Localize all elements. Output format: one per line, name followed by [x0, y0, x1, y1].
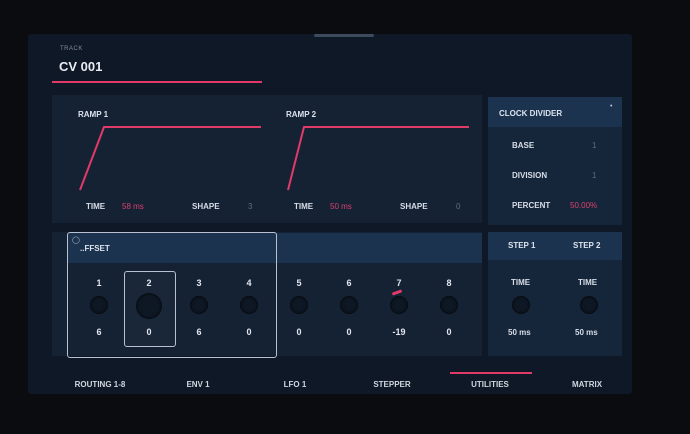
step2-knob[interactable]	[580, 296, 598, 314]
tab-utilities[interactable]: UTILITIES	[450, 380, 530, 389]
clock-base-value[interactable]: 1	[592, 141, 596, 150]
ramp1-title: RAMP 1	[78, 110, 109, 119]
ramp2-shape-label: SHAPE	[400, 202, 428, 211]
offset-col-value[interactable]: 0	[287, 327, 311, 337]
offset-knob[interactable]	[90, 296, 108, 314]
tab-stepper[interactable]: STEPPER	[352, 380, 432, 389]
dot-icon: •	[610, 103, 613, 110]
tab-env[interactable]: ENV 1	[158, 380, 238, 389]
offset-knob[interactable]	[290, 296, 308, 314]
tab-matrix[interactable]: MATRIX	[547, 380, 627, 389]
step1-time-value[interactable]: 50 ms	[508, 328, 531, 337]
ramp2-title: RAMP 2	[286, 110, 317, 119]
clock-percent-label: PERCENT	[512, 201, 551, 210]
ramp2-time-label: TIME	[294, 202, 314, 211]
step2-title: STEP 2	[573, 241, 601, 250]
offset-col-value[interactable]: 6	[87, 327, 111, 337]
offset-col-value[interactable]: -19	[387, 327, 411, 337]
ramp1-shape-label: SHAPE	[192, 202, 220, 211]
step1-time-label: TIME	[511, 278, 531, 287]
clock-division-value[interactable]: 1	[592, 171, 596, 180]
offset-focus-frame	[67, 232, 277, 358]
offset-col-num: 2	[146, 278, 152, 288]
offset-col-value[interactable]: 0	[237, 327, 261, 337]
tab-routing[interactable]: ROUTING 1-8	[60, 380, 140, 389]
step1-title: STEP 1	[508, 241, 536, 250]
ramp1-shape-value[interactable]: 3	[248, 202, 252, 211]
track-underline	[52, 81, 262, 83]
ramp1-curve[interactable]	[76, 124, 266, 194]
offset-knob[interactable]	[390, 296, 408, 314]
offset-knob[interactable]	[240, 296, 258, 314]
offset-col-num: 7	[396, 278, 402, 288]
clock-divider-title: CLOCK DIVIDER	[499, 109, 563, 118]
tab-lfo[interactable]: LFO 1	[255, 380, 335, 389]
offset-col-num: 3	[196, 278, 202, 288]
offset-col-num: 4	[246, 278, 252, 288]
step2-time-value[interactable]: 50 ms	[575, 328, 598, 337]
ramp1-time-value[interactable]: 58 ms	[122, 202, 144, 211]
track-name[interactable]: CV 001	[59, 59, 102, 74]
offset-col-num: 1	[96, 278, 102, 288]
offset-col-value[interactable]: 6	[187, 327, 211, 337]
offset-col-value[interactable]: 0	[337, 327, 361, 337]
offset-knob-selected[interactable]	[136, 293, 162, 319]
step1-knob[interactable]	[512, 296, 530, 314]
clock-base-label: BASE	[512, 141, 535, 150]
clock-division-label: DIVISION	[512, 171, 548, 180]
step2-time-label: TIME	[578, 278, 598, 287]
ramp2-time-value[interactable]: 50 ms	[330, 202, 352, 211]
offset-col-num: 6	[346, 278, 352, 288]
offset-col-num: 5	[296, 278, 302, 288]
offset-col-value[interactable]: 0	[437, 327, 461, 337]
offset-col-value[interactable]: 0	[137, 327, 161, 337]
offset-knob[interactable]	[440, 296, 458, 314]
track-label: TRACK	[60, 46, 83, 52]
clock-percent-value[interactable]: 50.00%	[570, 201, 597, 210]
ramp1-time-label: TIME	[86, 202, 106, 211]
ramp2-shape-value[interactable]: 0	[456, 202, 460, 211]
drag-handle[interactable]	[314, 34, 374, 37]
ramp2-curve[interactable]	[284, 124, 474, 194]
offset-knob[interactable]	[190, 296, 208, 314]
offset-knob[interactable]	[340, 296, 358, 314]
offset-col-num: 8	[446, 278, 452, 288]
active-tab-indicator	[450, 372, 532, 374]
